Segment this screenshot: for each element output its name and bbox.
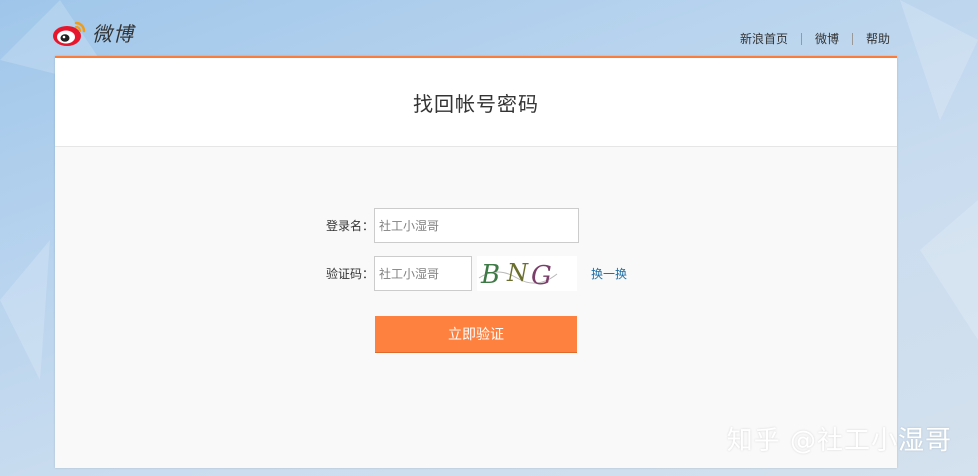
nav-divider bbox=[800, 32, 802, 45]
login-name-label: 登录名： bbox=[325, 219, 374, 233]
weibo-logo[interactable]: 微博 bbox=[52, 18, 134, 47]
logo-text: 微博 bbox=[92, 22, 134, 46]
nav-weibo[interactable]: 微博 bbox=[815, 30, 839, 47]
captcha-label: 验证码： bbox=[325, 267, 374, 281]
captcha-char-3: G bbox=[531, 261, 552, 291]
captcha-char-1: B bbox=[480, 260, 500, 290]
top-nav: 新浪首页 微博 帮助 bbox=[740, 30, 890, 47]
nav-divider bbox=[851, 32, 853, 45]
nav-help[interactable]: 帮助 bbox=[866, 30, 890, 47]
watermark: 知乎 @社工小湿哥 bbox=[726, 426, 952, 456]
page-title: 找回帐号密码 bbox=[413, 91, 539, 116]
login-name-row: 登录名： bbox=[320, 208, 579, 243]
captcha-image[interactable]: B N G bbox=[477, 256, 577, 291]
top-bar: 微博 新浪首页 微博 帮助 bbox=[0, 0, 978, 56]
refresh-captcha-link[interactable]: 换一换 bbox=[591, 265, 627, 282]
captcha-row: 验证码： B N G 换一换 bbox=[320, 256, 627, 291]
weibo-eye-icon bbox=[53, 21, 86, 46]
verify-button[interactable]: 立即验证 bbox=[375, 316, 577, 352]
recover-password-panel: 找回帐号密码 登录名： 验证码： B N G 换一换 立即验证 bbox=[55, 56, 897, 468]
login-name-input[interactable] bbox=[374, 208, 579, 243]
captcha-input[interactable] bbox=[374, 256, 472, 291]
nav-sina-home[interactable]: 新浪首页 bbox=[740, 30, 788, 47]
panel-header: 找回帐号密码 bbox=[55, 58, 897, 147]
captcha-char-2: N bbox=[506, 259, 529, 287]
